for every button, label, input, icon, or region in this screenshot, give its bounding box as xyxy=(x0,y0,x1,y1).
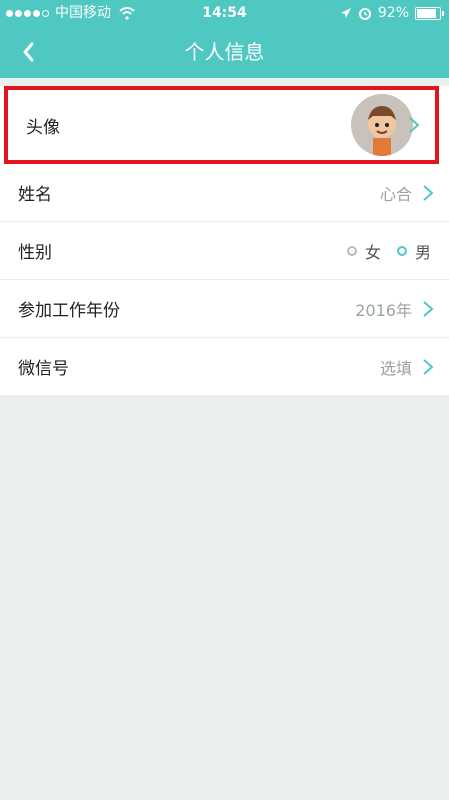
chevron-right-icon xyxy=(409,117,420,133)
work-year-label: 参加工作年份 xyxy=(18,301,120,321)
profile-list: 头像 姓名 心合 性别 女 男 参加工作年份 2016年 微信号 选填 xyxy=(0,86,449,395)
wechat-row[interactable]: 微信号 选填 xyxy=(0,338,449,395)
gender-label: 性别 xyxy=(18,243,52,263)
location-arrow-icon xyxy=(340,8,351,18)
wechat-label: 微信号 xyxy=(18,359,69,379)
gender-row: 性别 女 男 xyxy=(0,222,449,280)
radio-circle-selected-icon xyxy=(396,245,407,256)
radio-circle-icon xyxy=(346,245,357,256)
battery-icon xyxy=(415,6,444,20)
chevron-right-icon xyxy=(423,184,434,201)
gender-option-female[interactable]: 女 xyxy=(346,239,381,263)
avatar xyxy=(351,94,413,156)
wechat-value: 选填 xyxy=(379,358,412,378)
chevron-right-icon xyxy=(423,358,434,375)
gender-option-female-label: 女 xyxy=(364,242,381,262)
nav-bar: 个人信息 xyxy=(0,26,449,78)
alarm-icon xyxy=(358,8,371,20)
status-bar: 中国移动 14:54 92% xyxy=(0,0,449,26)
work-year-value: 2016年 xyxy=(355,300,412,320)
header: 中国移动 14:54 92% 个人信息 xyxy=(0,0,449,78)
work-year-row[interactable]: 参加工作年份 2016年 xyxy=(0,280,449,338)
gender-radio-group: 女 男 xyxy=(346,239,431,263)
avatar-icon xyxy=(351,94,413,156)
chevron-right-icon xyxy=(423,300,434,317)
status-right: 92% xyxy=(340,0,444,26)
gender-option-male-label: 男 xyxy=(414,242,431,262)
name-value: 心合 xyxy=(379,184,412,204)
avatar-row[interactable]: 头像 xyxy=(4,86,439,164)
avatar-label: 头像 xyxy=(26,117,60,138)
name-label: 姓名 xyxy=(18,185,52,205)
gender-option-male[interactable]: 男 xyxy=(396,239,431,263)
name-row[interactable]: 姓名 心合 xyxy=(0,164,449,222)
page-title: 个人信息 xyxy=(184,40,265,64)
battery-text: 92% xyxy=(377,5,409,21)
